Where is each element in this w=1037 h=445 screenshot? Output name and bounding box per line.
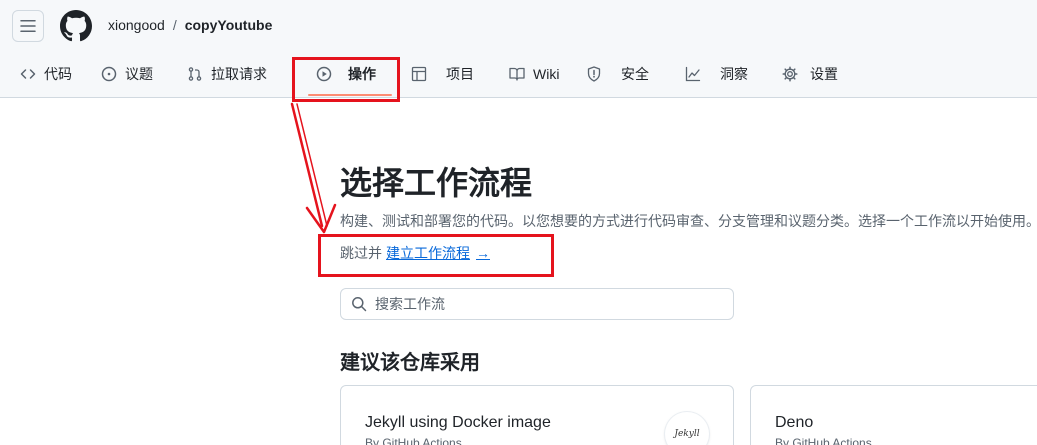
workflow-card-author: By GitHub Actions [775,436,872,445]
tab-label: 代码 [44,66,72,82]
workflow-card-author: By GitHub Actions [365,436,462,445]
tab-security[interactable]: 安全 [586,56,649,92]
code-icon [20,69,36,79]
jekyll-logo-icon: Jekyll [665,412,709,445]
workflow-card-jekyll[interactable]: Jekyll using Docker image By GitHub Acti… [340,385,734,445]
pull-request-icon [188,67,202,81]
gear-icon [782,66,798,82]
graph-icon [685,66,701,82]
search-input[interactable] [375,296,705,312]
workflow-card-name: Deno [775,414,814,431]
tab-pull-requests[interactable]: 拉取请求 [187,56,267,92]
page-title: 选择工作流程 [340,165,533,201]
workflow-card-deno[interactable]: Deno By GitHub Actions [750,385,1037,445]
repo-link[interactable]: copyYoutube [185,17,273,33]
tab-settings[interactable]: 设置 [782,56,838,92]
hamburger-icon [20,20,36,32]
tab-wiki[interactable]: Wiki [509,56,559,92]
page-description: 构建、测试和部署您的代码。以您想要的方式进行代码审查、分支管理和议题分类。选择一… [340,213,1037,229]
tab-projects[interactable]: 项目 [411,56,474,92]
section-title: 建议该仓库采用 [340,352,480,374]
repo-header: xiongood / copyYoutube 代码 议题 拉取请求 操作 项目 … [0,0,1037,98]
owner-link[interactable]: xiongood [108,17,165,33]
table-icon [411,66,427,82]
workflow-search[interactable] [340,288,734,320]
search-icon [352,297,367,312]
tab-label: 洞察 [720,66,748,82]
issue-icon [101,66,117,82]
github-logo-icon[interactable] [60,10,92,42]
annotation-box-setup-link [318,234,554,277]
menu-button[interactable] [12,10,44,42]
tab-label: 项目 [446,66,474,82]
tab-label: 拉取请求 [211,66,267,82]
tab-code[interactable]: 代码 [20,56,72,92]
tab-label: 议题 [125,66,153,82]
jekyll-logo-text: Jekyll [674,429,700,439]
tab-label: Wiki [533,66,560,82]
book-icon [509,67,525,81]
shield-icon [587,66,601,82]
tab-insights[interactable]: 洞察 [685,56,748,92]
tab-issues[interactable]: 议题 [101,56,153,92]
workflow-card-name: Jekyll using Docker image [365,414,551,431]
breadcrumb: xiongood / copyYoutube [108,17,272,33]
tab-label: 安全 [621,66,649,82]
tab-label: 设置 [810,66,838,82]
annotation-box-actions-tab [292,57,400,102]
breadcrumb-separator: / [172,17,177,33]
